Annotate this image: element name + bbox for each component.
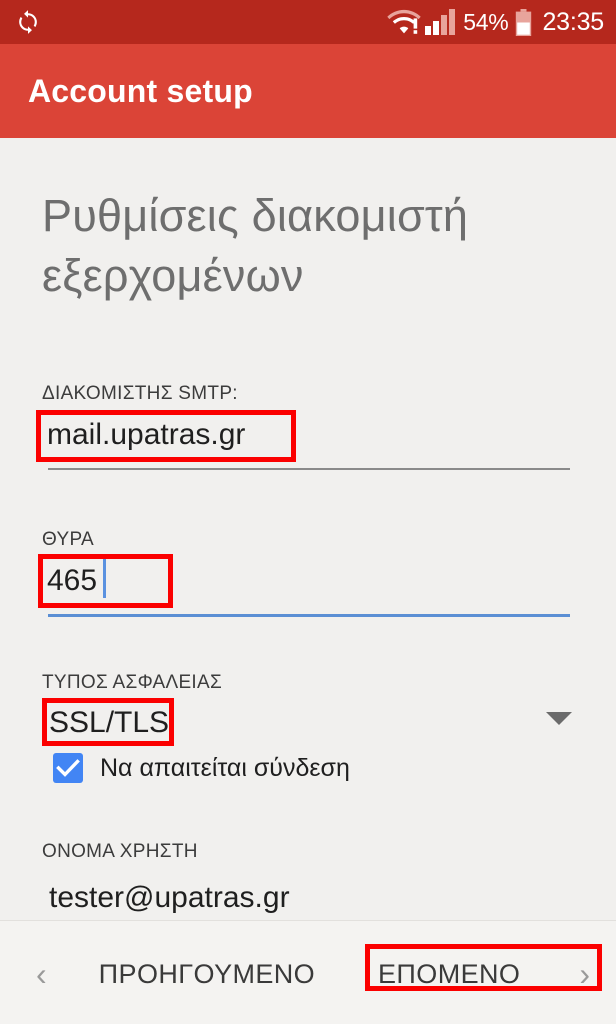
port-underline-focused [48, 614, 570, 617]
section-heading: Ρυθμίσεις διακομιστή εξερχομένων [42, 190, 469, 301]
next-button[interactable]: ΕΠΟΜΕΝΟ › [378, 946, 590, 1002]
text-caret [103, 558, 106, 598]
port-input[interactable]: 465 [47, 566, 97, 596]
security-type-spinner[interactable]: SSL/TLS [49, 708, 169, 738]
status-bar-left [14, 8, 42, 36]
chevron-right-icon: › [579, 956, 590, 992]
username-input[interactable]: tester@upatras.gr [49, 883, 290, 913]
chevron-down-icon[interactable] [546, 712, 572, 725]
sync-icon [14, 8, 42, 36]
page-title: Account setup [28, 72, 253, 109]
cellular-signal-icon [425, 9, 463, 35]
wifi-warning-icon [387, 9, 425, 35]
chevron-left-icon: ‹ [36, 956, 47, 992]
previous-button-label: ΠΡΟΗΓΟΥΜΕΝΟ [98, 958, 316, 989]
status-bar: 54% 23:35 [0, 0, 616, 44]
battery-percent-label: 54% [463, 8, 509, 35]
setup-form: Ρυθμίσεις διακομιστή εξερχομένων ΔΙΑΚΟΜΙ… [0, 138, 616, 920]
status-bar-clock: 23:35 [542, 7, 604, 36]
username-label: ΟΝΟΜΑ ΧΡΗΣΤΗ [42, 841, 198, 862]
require-signin-checkbox-row[interactable]: Να απαιτείται σύνδεση [53, 753, 350, 783]
previous-button[interactable]: ‹ ΠΡΟΗΓΟΥΜΕΝΟ [36, 946, 315, 1002]
port-label: ΘΥΡΑ [42, 529, 94, 550]
smtp-server-input[interactable]: mail.upatras.gr [47, 420, 245, 450]
next-button-label: ΕΠΟΜΕΝΟ [378, 958, 521, 989]
android-account-setup-screen: 54% 23:35 Account setup Ρυθμίσεις διακομ… [0, 0, 616, 1024]
app-bar: Account setup [0, 44, 616, 138]
security-type-label: ΤΥΠΟΣ ΑΣΦΑΛΕΙΑΣ [42, 672, 223, 693]
smtp-server-label: ΔΙΑΚΟΜΙΣΤΗΣ SMTP: [42, 383, 238, 404]
status-bar-right: 54% 23:35 [387, 7, 604, 36]
smtp-server-underline [48, 468, 570, 470]
battery-half-icon [515, 8, 542, 36]
require-signin-checkbox[interactable] [53, 753, 83, 783]
wizard-navigation-bar: ‹ ΠΡΟΗΓΟΥΜΕΝΟ ΕΠΟΜΕΝΟ › [0, 920, 616, 1024]
require-signin-label: Να απαιτείται σύνδεση [100, 753, 350, 782]
